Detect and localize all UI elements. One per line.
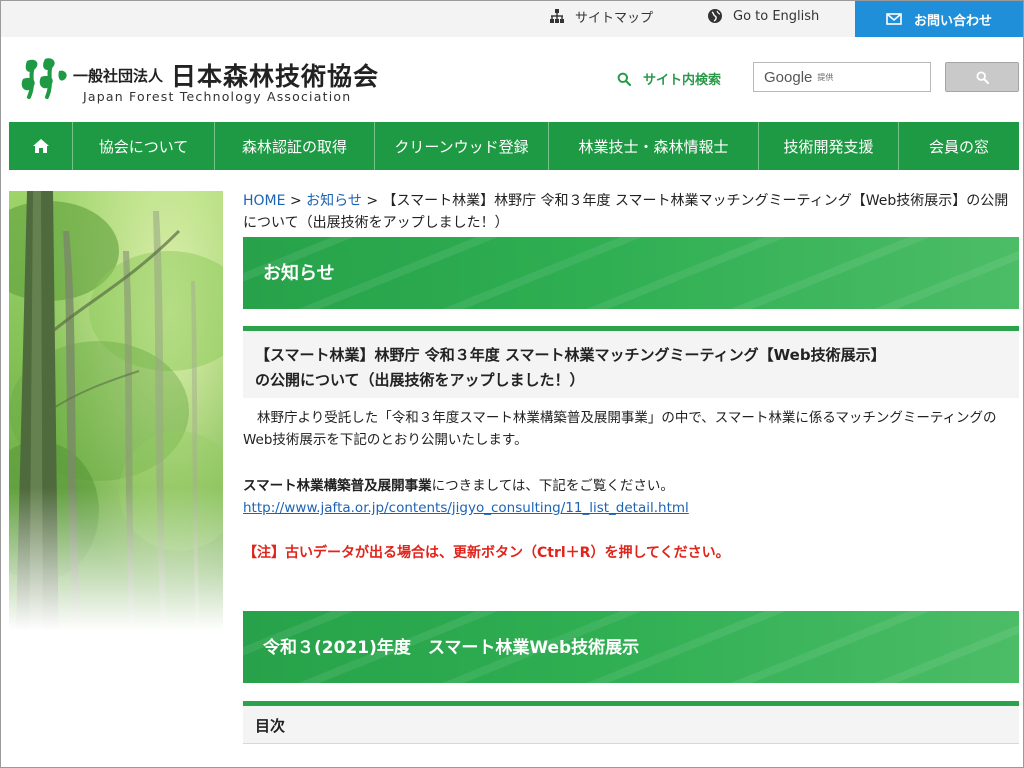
globe-icon (708, 9, 722, 23)
search-icon (617, 72, 631, 86)
magnifier-icon (975, 70, 989, 84)
utility-bar: サイトマップ Go to English お問い合わせ (1, 1, 1023, 37)
exhibit-title: 令和３(2021)年度 スマート林業Web技術展示 (263, 638, 640, 658)
paragraph-2-rest: につきましては、下記をご覧ください。 (431, 478, 674, 494)
site-search-text: サイト内検索 (643, 73, 722, 88)
site-search-label: サイト内検索 (617, 69, 721, 88)
toc-heading: 目次 (243, 701, 1019, 743)
nav-home[interactable] (9, 122, 73, 170)
search-button[interactable] (945, 62, 1019, 92)
english-label: Go to English (733, 8, 820, 24)
home-icon (32, 139, 49, 153)
article-paragraph-1: 林野庁より受託した「令和３年度スマート林業構築普及展開事業」の中で、スマート林業… (243, 410, 997, 448)
section-title: お知らせ (263, 263, 335, 284)
breadcrumb-sep: > (366, 193, 379, 209)
mail-icon (886, 13, 902, 25)
search-input[interactable]: Google 提供 (753, 62, 931, 92)
contact-button[interactable]: お問い合わせ (855, 1, 1023, 37)
project-name: スマート林業構築普及展開事業 (243, 478, 432, 494)
news-section-band: お知らせ (243, 237, 1019, 309)
leaf-logo-icon (21, 58, 67, 99)
nav-tech-support[interactable]: 技術開発支援 (759, 122, 899, 170)
exhibit-section-band: 令和３(2021)年度 スマート林業Web技術展示 (243, 611, 1019, 683)
article-title-line2: の公開について（出展技術をアップしました！） (255, 371, 585, 389)
toc-divider (243, 743, 1019, 744)
breadcrumb-news[interactable]: お知らせ (306, 193, 362, 209)
article-title-line1: 【スマート林業】林野庁 令和３年度 スマート林業マッチングミーティング【Web技… (255, 346, 886, 364)
logo-name: 日本森林技術協会 (171, 62, 380, 91)
article-paragraph-2: スマート林業構築普及展開事業につきましては、下記をご覧ください。 (243, 475, 1019, 497)
main-nav: 協会について 森林認証の取得 クリーンウッド登録 林業技士・森林情報士 技術開発… (9, 122, 1019, 170)
google-brand: Google (764, 68, 813, 86)
english-link[interactable]: Go to English (707, 1, 819, 31)
contact-label: お問い合わせ (913, 13, 992, 29)
refresh-note: 【注】古いデータが出る場合は、更新ボタン（Ctrl＋R）を押してください。 (243, 545, 730, 561)
nav-about[interactable]: 協会について (73, 122, 215, 170)
logo-prefix: 一般社団法人 (73, 67, 164, 85)
nav-members[interactable]: 会員の窓 (899, 122, 1019, 170)
nav-certification[interactable]: 森林認証の取得 (215, 122, 375, 170)
site-logo[interactable]: 一般社団法人 日本森林技術協会 Japan Forest Technology … (19, 55, 389, 107)
logo-english: Japan Forest Technology Association (83, 89, 352, 104)
breadcrumb-sep: > (289, 193, 302, 209)
sitemap-label: サイトマップ (575, 10, 654, 26)
nav-cleanwood[interactable]: クリーンウッド登録 (375, 122, 549, 170)
sitemap-icon (550, 9, 564, 23)
page-frame: サイトマップ Go to English お問い合わせ 一般社団法人 日本森林技… (0, 0, 1024, 768)
article-title-box: 【スマート林業】林野庁 令和３年度 スマート林業マッチングミーティング【Web技… (243, 326, 1019, 398)
link-row: http://www.jafta.or.jp/contents/jigyo_co… (243, 497, 1019, 519)
project-link[interactable]: http://www.jafta.or.jp/contents/jigyo_co… (243, 500, 689, 516)
breadcrumb: HOME > お知らせ > 【スマート林業】林野庁 令和３年度 スマート林業マッ… (243, 190, 1019, 234)
breadcrumb-home[interactable]: HOME (243, 193, 285, 209)
forest-photo (9, 191, 223, 669)
sitemap-link[interactable]: サイトマップ (549, 1, 653, 31)
google-provided: 提供 (817, 72, 834, 82)
nav-forester[interactable]: 林業技士・森林情報士 (549, 122, 759, 170)
